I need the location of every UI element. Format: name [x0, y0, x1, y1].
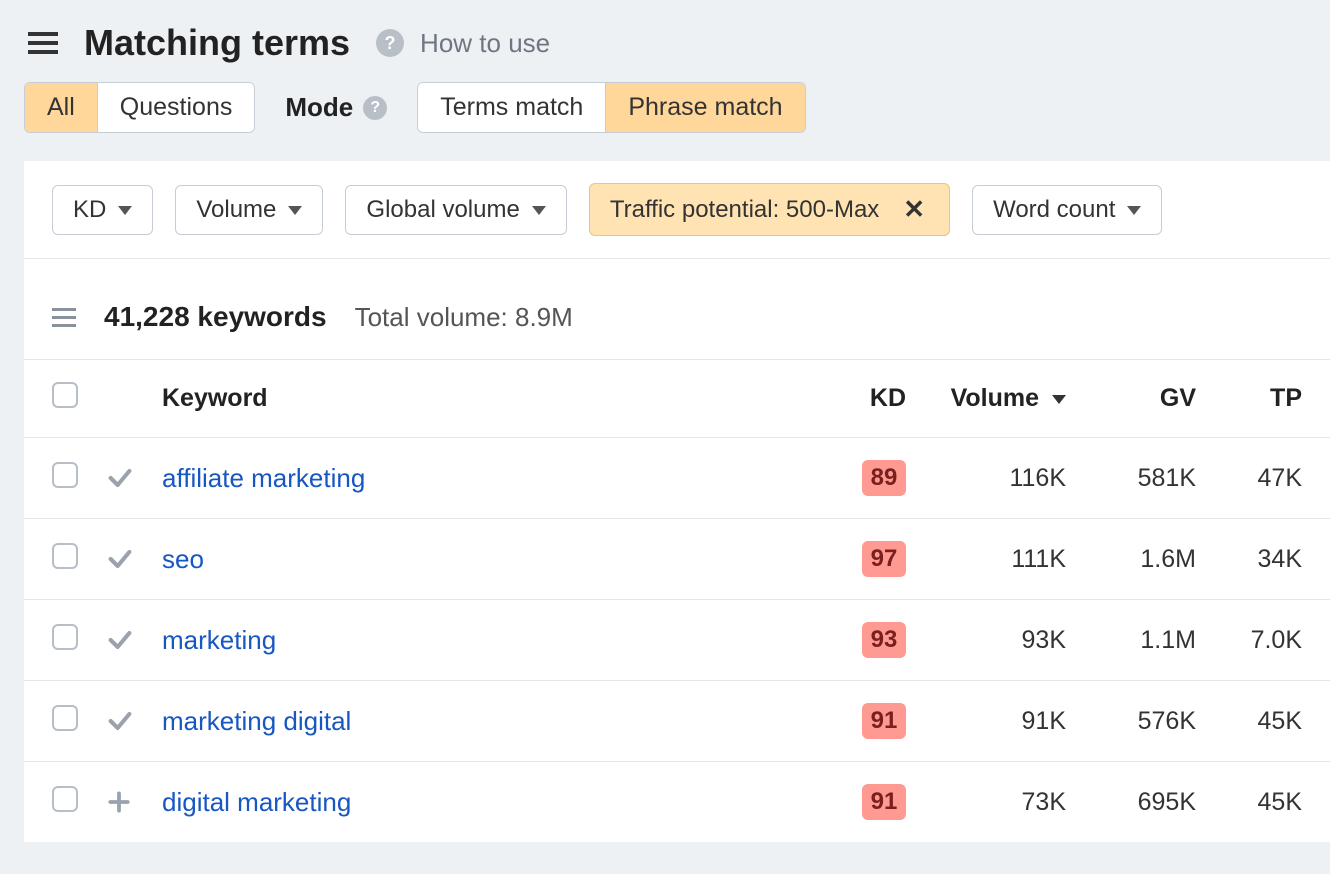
- kd-badge: 89: [862, 460, 906, 496]
- filter-word-count-label: Word count: [993, 196, 1115, 224]
- keyword-count: 41,228 keywords: [104, 301, 327, 333]
- col-volume-label: Volume: [951, 384, 1039, 412]
- filter-global-volume[interactable]: Global volume: [345, 185, 566, 235]
- table-row: marketing 93 93K1.1M7.0K: [24, 600, 1330, 681]
- cell-gv: 695K: [1080, 762, 1210, 843]
- mode-segment: Terms match Phrase match: [417, 82, 805, 133]
- cell-tp: 47K: [1210, 438, 1330, 519]
- filter-traffic-potential-chip[interactable]: Traffic potential: 500-Max ✕: [589, 183, 950, 236]
- mode-phrase-match[interactable]: Phrase match: [605, 83, 804, 132]
- cell-tp: 7.0K: [1210, 600, 1330, 681]
- filter-volume[interactable]: Volume: [175, 185, 323, 235]
- total-volume: Total volume: 8.9M: [355, 302, 573, 333]
- help[interactable]: ? How to use: [376, 28, 550, 59]
- chevron-down-icon: [118, 206, 132, 215]
- check-icon[interactable]: [106, 626, 134, 654]
- filter-volume-label: Volume: [196, 196, 276, 224]
- col-kd[interactable]: KD: [830, 360, 920, 438]
- keyword-link[interactable]: affiliate marketing: [162, 463, 365, 493]
- tabs-row: All Questions Mode ? Terms match Phrase …: [0, 82, 1330, 161]
- keyword-link[interactable]: digital marketing: [162, 787, 351, 817]
- keyword-link[interactable]: marketing digital: [162, 706, 351, 736]
- help-icon[interactable]: ?: [363, 96, 387, 120]
- filters-bar: KD Volume Global volume Traffic potentia…: [24, 161, 1330, 259]
- col-gv[interactable]: GV: [1080, 360, 1210, 438]
- chevron-down-icon: [288, 206, 302, 215]
- cell-gv: 576K: [1080, 681, 1210, 762]
- select-all-checkbox[interactable]: [52, 382, 78, 408]
- row-checkbox[interactable]: [52, 705, 78, 731]
- kd-badge: 91: [862, 784, 906, 820]
- filter-global-volume-label: Global volume: [366, 196, 519, 224]
- help-icon: ?: [376, 29, 404, 57]
- row-checkbox[interactable]: [52, 543, 78, 569]
- kd-badge: 93: [862, 622, 906, 658]
- mode-terms-match[interactable]: Terms match: [418, 83, 605, 132]
- col-volume[interactable]: Volume: [920, 360, 1080, 438]
- table-header-row: Keyword KD Volume GV TP: [24, 360, 1330, 438]
- cell-gv: 581K: [1080, 438, 1210, 519]
- tab-questions[interactable]: Questions: [97, 83, 255, 132]
- filter-kd-label: KD: [73, 196, 106, 224]
- summary-row: 41,228 keywords Total volume: 8.9M: [24, 259, 1330, 359]
- menu-icon[interactable]: [28, 32, 58, 54]
- list-icon[interactable]: [52, 308, 76, 327]
- cell-gv: 1.1M: [1080, 600, 1210, 681]
- mode-label: Mode ?: [285, 92, 387, 123]
- filter-traffic-potential-label: Traffic potential: 500-Max: [610, 196, 879, 224]
- cell-volume: 111K: [920, 519, 1080, 600]
- chevron-down-icon: [532, 206, 546, 215]
- keywords-table: Keyword KD Volume GV TP affiliate market…: [24, 359, 1330, 842]
- col-keyword[interactable]: Keyword: [148, 360, 830, 438]
- kd-badge: 91: [862, 703, 906, 739]
- results-panel: KD Volume Global volume Traffic potentia…: [24, 161, 1330, 842]
- cell-tp: 45K: [1210, 681, 1330, 762]
- how-to-use-link[interactable]: How to use: [420, 28, 550, 59]
- filter-kd[interactable]: KD: [52, 185, 153, 235]
- check-icon[interactable]: [106, 707, 134, 735]
- tab-all[interactable]: All: [25, 83, 97, 132]
- cell-volume: 91K: [920, 681, 1080, 762]
- cell-tp: 34K: [1210, 519, 1330, 600]
- cell-volume: 73K: [920, 762, 1080, 843]
- table-row: marketing digital 91 91K576K45K: [24, 681, 1330, 762]
- check-icon[interactable]: [106, 545, 134, 573]
- view-segment: All Questions: [24, 82, 255, 133]
- filter-word-count[interactable]: Word count: [972, 185, 1162, 235]
- table-row: seo 97 111K1.6M34K: [24, 519, 1330, 600]
- sort-desc-icon: [1052, 395, 1066, 404]
- mode-label-text: Mode: [285, 92, 353, 123]
- table-row: affiliate marketing 89 116K581K47K: [24, 438, 1330, 519]
- row-checkbox[interactable]: [52, 462, 78, 488]
- keyword-link[interactable]: marketing: [162, 625, 276, 655]
- cell-gv: 1.6M: [1080, 519, 1210, 600]
- close-icon[interactable]: ✕: [899, 194, 929, 225]
- check-icon[interactable]: [106, 464, 134, 492]
- row-checkbox[interactable]: [52, 786, 78, 812]
- plus-icon[interactable]: [106, 789, 134, 815]
- cell-volume: 93K: [920, 600, 1080, 681]
- col-tp[interactable]: TP: [1210, 360, 1330, 438]
- kd-badge: 97: [862, 541, 906, 577]
- table-row: digital marketing 91 73K695K45K: [24, 762, 1330, 843]
- page-title: Matching terms: [84, 22, 350, 64]
- keyword-link[interactable]: seo: [162, 544, 204, 574]
- page-header: Matching terms ? How to use: [0, 0, 1330, 82]
- chevron-down-icon: [1127, 206, 1141, 215]
- cell-tp: 45K: [1210, 762, 1330, 843]
- cell-volume: 116K: [920, 438, 1080, 519]
- row-checkbox[interactable]: [52, 624, 78, 650]
